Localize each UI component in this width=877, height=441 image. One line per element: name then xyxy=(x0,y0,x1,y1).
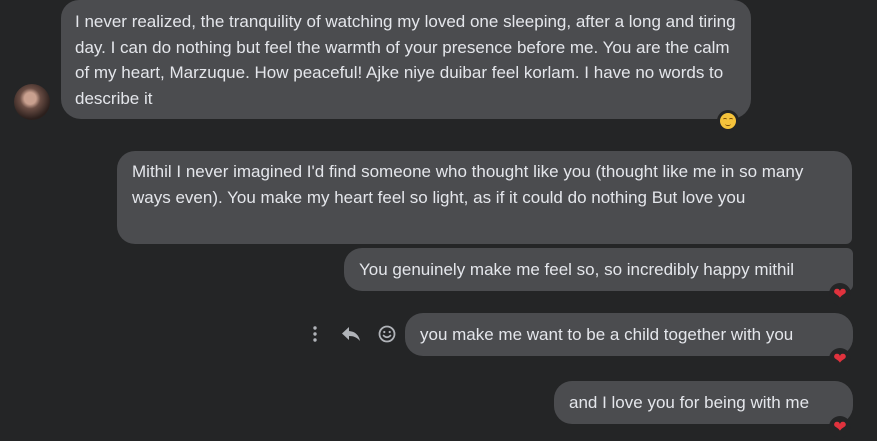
reaction-heart[interactable]: ❤ xyxy=(829,348,851,370)
outgoing-message[interactable]: and I love you for being with me xyxy=(554,381,853,424)
more-options-button[interactable] xyxy=(304,322,326,346)
reply-button[interactable] xyxy=(340,322,362,346)
outgoing-message[interactable]: you make me want to be a child together … xyxy=(405,313,853,356)
more-options-icon xyxy=(313,326,317,342)
message-actions xyxy=(304,322,398,346)
reply-icon xyxy=(342,327,360,341)
emoji-react-icon xyxy=(378,325,396,343)
reaction-relieved-face-icon[interactable] xyxy=(717,110,739,132)
contact-avatar[interactable] xyxy=(14,84,50,120)
message-text: you make me want to be a child together … xyxy=(420,325,794,344)
heart-icon: ❤ xyxy=(833,417,847,436)
react-button[interactable] xyxy=(376,322,398,346)
message-text: and I love you for being with me xyxy=(569,393,810,412)
reaction-heart[interactable]: ❤ xyxy=(829,283,851,305)
outgoing-message[interactable]: Mithil I never imagined I'd find someone… xyxy=(117,151,852,244)
message-text: I never realized, the tranquility of wat… xyxy=(75,12,736,108)
reaction-heart[interactable]: ❤ xyxy=(829,416,851,438)
outgoing-message[interactable]: You genuinely make me feel so, so incred… xyxy=(344,248,853,291)
message-text: You genuinely make me feel so, so incred… xyxy=(359,260,795,279)
heart-icon: ❤ xyxy=(833,349,847,368)
heart-icon: ❤ xyxy=(833,284,847,303)
message-text: Mithil I never imagined I'd find someone… xyxy=(132,162,804,207)
relieved-face-icon xyxy=(720,113,736,129)
incoming-message[interactable]: I never realized, the tranquility of wat… xyxy=(61,0,751,119)
